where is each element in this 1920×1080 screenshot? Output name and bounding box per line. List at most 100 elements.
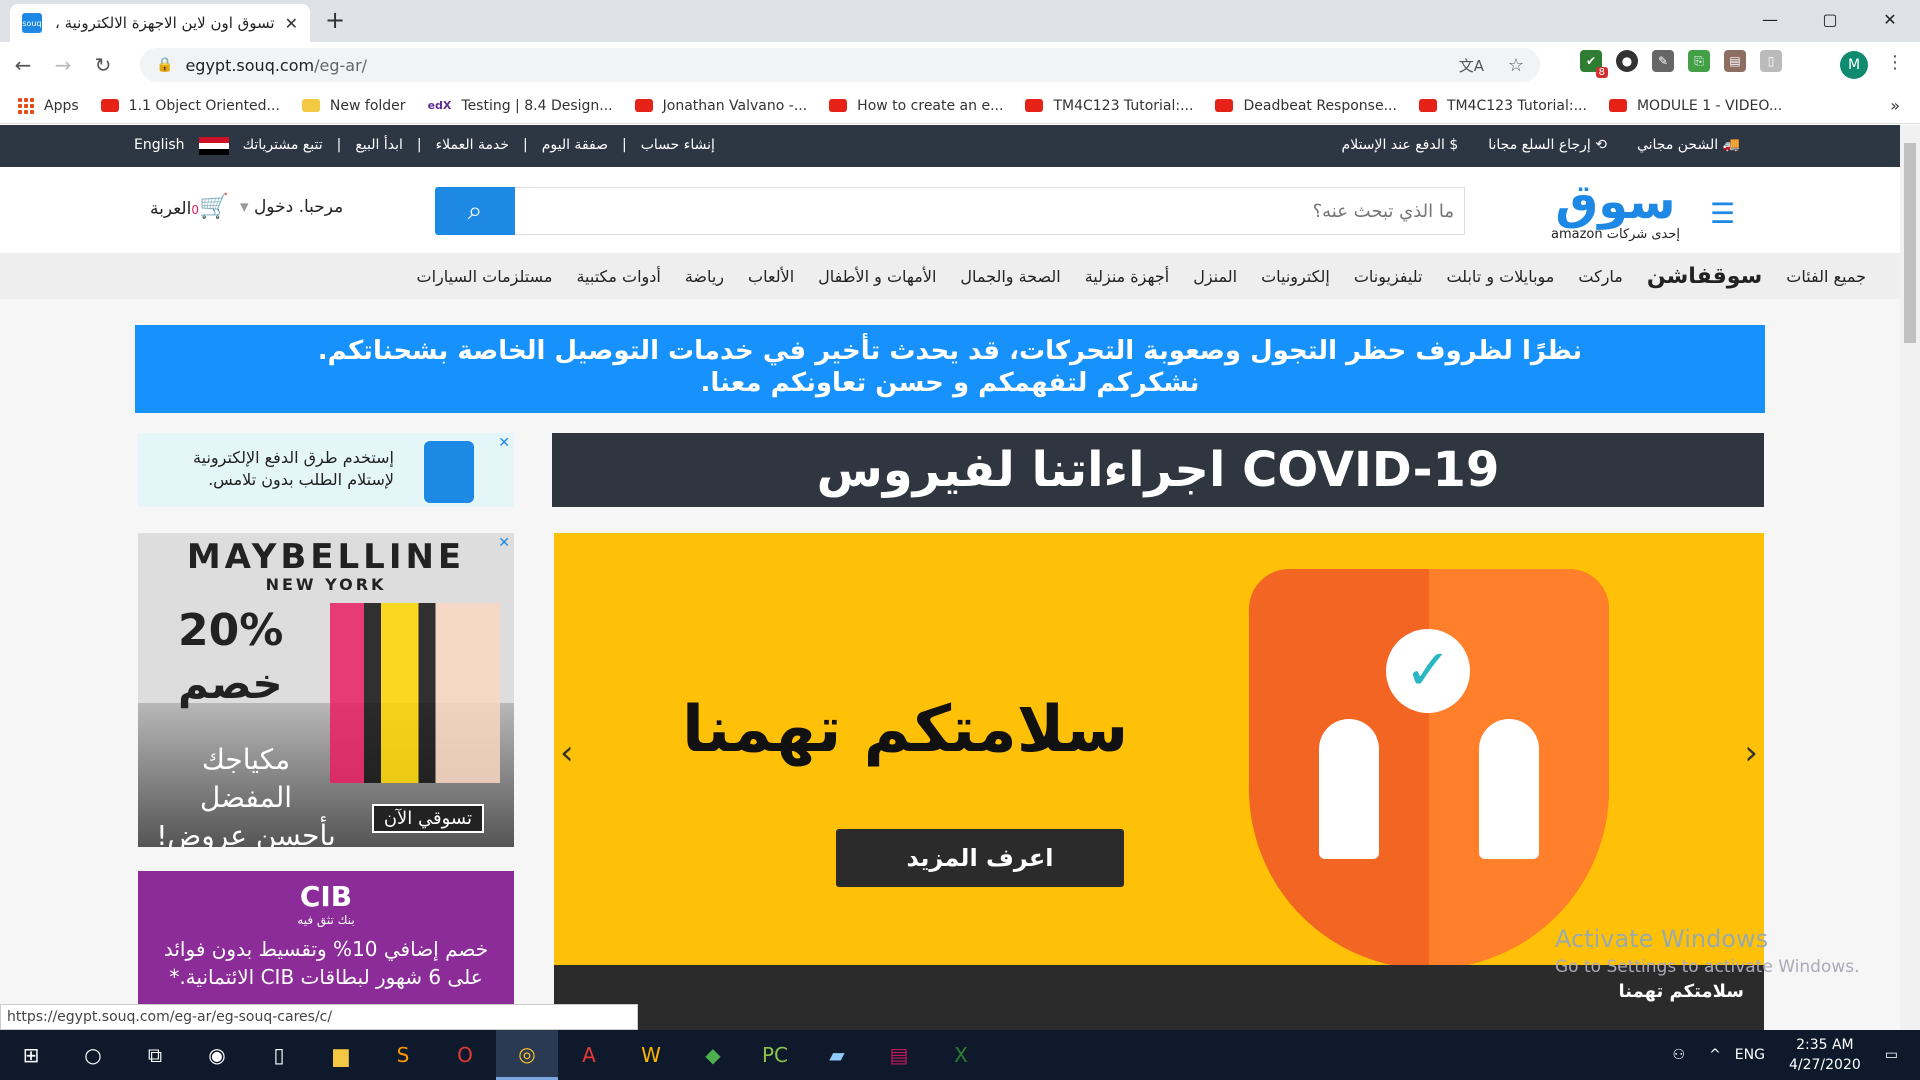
cortana-search-icon[interactable]: ○ [62,1030,124,1080]
file-icon[interactable]: ▯ [248,1030,310,1080]
delivery-notice-banner: نظرًا لظروف حظر التجول وصعوبة التحركات، … [135,325,1765,413]
category-tv[interactable]: تليفزيونات [1354,267,1423,286]
category-sports[interactable]: رياضة [685,267,724,286]
page-scrollbar[interactable] [1900,125,1920,1030]
app-icon-w[interactable]: W [620,1030,682,1080]
category-automotive[interactable]: مستلزمات السيارات [417,267,553,286]
excel-icon[interactable]: X [930,1030,992,1080]
reload-icon[interactable]: ↻ [86,53,120,77]
chevron-up-icon[interactable]: ^ [1709,1047,1721,1063]
app-icon[interactable]: ◉ [186,1030,248,1080]
shield-extension-icon[interactable]: ✔ 8 [1580,50,1608,78]
minimize-button[interactable]: — [1740,0,1800,38]
people-icon[interactable]: ⚇ [1673,1047,1686,1063]
bookmark-item[interactable]: Deadbeat Response... [1215,98,1397,114]
customer-service-link[interactable]: خدمة العملاء [436,137,509,155]
scrollbar-thumb[interactable] [1904,143,1916,343]
acrobat-icon[interactable]: A [558,1030,620,1080]
cart-button[interactable]: 🛒0العربة [150,192,229,220]
search-button[interactable]: ⌕ [435,187,515,235]
category-nav: جميع الفئات سوقفاشن ماركت موبايلات و تاب… [0,253,1900,299]
record-extension-icon[interactable]: ● [1616,50,1638,72]
address-bar[interactable]: 🔒 egypt.souq.com/eg-ar/ 文A ☆ [140,48,1540,82]
bookmarks-overflow-icon[interactable]: » [1890,96,1900,115]
winrar-icon[interactable]: ▤ [868,1030,930,1080]
learn-more-button[interactable]: اعرف المزيد [836,829,1124,887]
category-mobiles[interactable]: موبايلات و تابلت [1446,267,1554,286]
cod-text: الدفع عند الإستلام [1341,137,1445,153]
system-clock[interactable]: 2:35 AM 4/27/2020 [1789,1035,1861,1075]
create-account-link[interactable]: إنشاء حساب [641,137,715,155]
app-icon-git[interactable]: ◆ [682,1030,744,1080]
deal-of-day-link[interactable]: صفقة اليوم [542,137,608,155]
doc-extension-icon[interactable]: ▯ [1760,50,1782,72]
maximize-button[interactable]: ▢ [1800,0,1860,38]
clock-date: 4/27/2020 [1788,1057,1861,1073]
egypt-flag-icon[interactable] [198,137,229,155]
language-switch-link[interactable]: English [134,137,185,155]
category-health-beauty[interactable]: الصحة والجمال [960,267,1060,286]
clip-extension-icon[interactable]: ⎘ [1688,50,1710,72]
track-orders-link[interactable]: تتبع مشترياتك [243,137,323,155]
bookmark-item[interactable]: MODULE 1 - VIDEO... [1608,98,1782,114]
input-language[interactable]: ENG [1735,1047,1765,1063]
pen-extension-icon[interactable]: ✎ [1652,50,1674,72]
chevron-down-icon: ▾ [240,197,249,217]
category-baby[interactable]: الأمهات و الأطفال [818,267,936,286]
profile-avatar[interactable]: M [1840,51,1868,79]
covid-banner[interactable]: اجراءاتنا لفيروس COVID-19 [552,433,1764,507]
close-window-button[interactable]: ✕ [1860,0,1920,38]
bookmark-item[interactable]: 1.1 Object Oriented... [100,98,280,114]
back-arrow-icon[interactable]: ← [6,53,40,77]
browser-menu-icon[interactable]: ⋮ [1886,52,1904,73]
hero-carousel[interactable]: ✓ سلامتكم تهمنا اعرف المزيد ‹ › [554,533,1764,969]
maybelline-ad[interactable]: MAYBELLINE NEW YORK 20% خصم مكياجك المفض… [138,533,514,847]
start-selling-link[interactable]: ابدأ البيع [355,137,403,155]
cib-ad[interactable]: CIB بنك تثق فيه خصم إضافي 10% وتقسيط بدو… [138,871,514,1011]
bookmark-item[interactable]: Jonathan Valvano -... [634,98,807,114]
hamburger-menu-icon[interactable]: ☰ [1710,197,1735,230]
bookmark-item[interactable]: How to create an e... [829,98,1003,114]
windows-start-icon[interactable]: ⊞ [0,1030,62,1080]
notifications-icon[interactable]: ▭ [1885,1047,1898,1063]
bookmark-item[interactable]: edX Testing | 8.4 Design... [428,98,613,114]
login-greeting[interactable]: مرحبا. دخول ▾ [240,197,343,217]
souq-logo[interactable]: سوق إحدى شركات amazon [1551,177,1680,242]
app-icon-notes[interactable]: ▰ [806,1030,868,1080]
browser-tab-active[interactable]: souq تسوق اون لاين الاجهزة الالكترونية ،… [10,4,310,42]
carousel-prev-icon[interactable]: ‹ [560,733,574,773]
new-tab-button[interactable]: + [325,6,345,34]
category-office[interactable]: أدوات مكتبية [576,267,660,286]
category-souq-fashion[interactable]: سوقفاشن [1647,264,1762,289]
pycharm-icon[interactable]: PC [744,1030,806,1080]
sublime-icon[interactable]: S [372,1030,434,1080]
category-home[interactable]: المنزل [1193,267,1237,286]
chrome-icon[interactable]: ◎ [496,1030,558,1080]
bookmark-folder[interactable]: New folder [301,98,406,114]
bookmark-apps[interactable]: Apps [18,97,79,114]
payment-ad[interactable]: ✕ إستخدم طرق الدفع الإلكترونية لإستلام ا… [138,433,514,507]
search-input[interactable] [515,187,1465,235]
tab-close-icon[interactable]: ✕ [285,14,298,33]
bookmark-star-icon[interactable]: ☆ [1508,55,1524,76]
hero-caption: سلامتكم تهمنا [682,693,1129,767]
forward-arrow-icon[interactable]: → [46,53,80,77]
shop-now-button[interactable]: تسوقي الآن [371,804,484,833]
category-toys[interactable]: الألعاب [748,267,794,286]
lock-icon[interactable]: 🔒 [156,57,173,73]
cart-label: العربة [150,199,192,219]
notes-extension-icon[interactable]: ▤ [1724,50,1746,72]
category-market[interactable]: ماركت [1578,267,1623,286]
bookmark-item[interactable]: TM4C123 Tutorial:... [1025,98,1193,114]
bookmark-item[interactable]: TM4C123 Tutorial:... [1418,98,1587,114]
opera-icon[interactable]: O [434,1030,496,1080]
category-electronics[interactable]: إلكترونيات [1261,267,1330,286]
category-all[interactable]: جميع الفئات [1786,267,1866,286]
carousel-next-icon[interactable]: › [1744,733,1758,773]
file-explorer-icon[interactable]: ▆ [310,1030,372,1080]
ad-close-icon[interactable]: ✕ [498,435,510,451]
task-view-icon[interactable]: ⧉ [124,1030,186,1080]
ad-close-icon[interactable]: ✕ [498,535,510,551]
translate-icon[interactable]: 文A [1459,55,1484,76]
category-appliances[interactable]: أجهزة منزلية [1085,267,1170,286]
